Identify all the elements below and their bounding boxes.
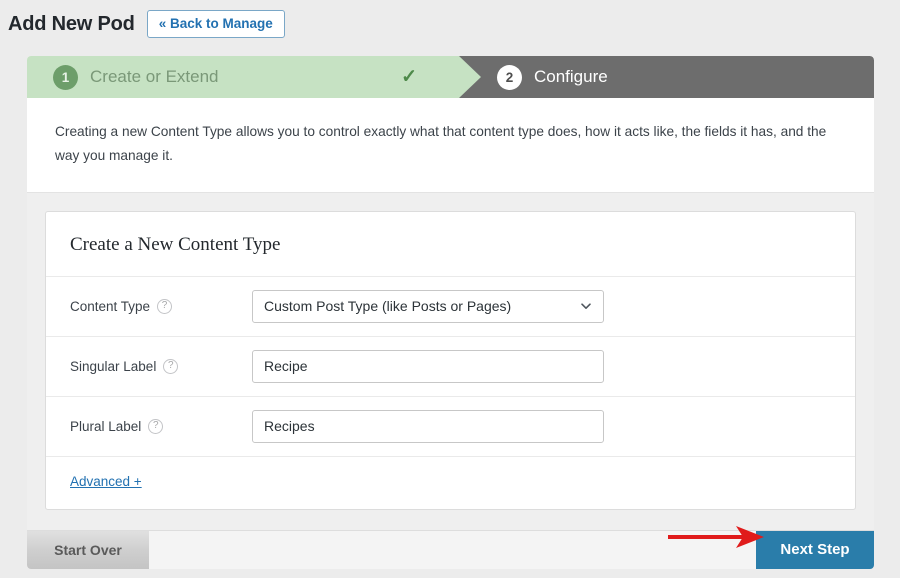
advanced-toggle-link[interactable]: Advanced + [70, 474, 142, 489]
form-row-singular-label: Singular Label ? [46, 335, 855, 396]
page-header: Add New Pod « Back to Manage [0, 0, 900, 39]
footer-spacer [149, 531, 756, 569]
next-step-button[interactable]: Next Step [756, 530, 874, 569]
singular-label-label-group: Singular Label ? [70, 358, 252, 374]
check-icon: ✓ [401, 66, 417, 88]
plural-label-input[interactable] [252, 409, 604, 443]
wizard-description: Creating a new Content Type allows you t… [27, 98, 874, 192]
chevron-down-icon [580, 300, 592, 312]
step-2-label: Configure [534, 67, 608, 86]
content-type-label-group: Content Type ? [70, 298, 252, 314]
wizard-footer: Start Over Next Step [27, 529, 874, 569]
singular-label-input[interactable] [252, 349, 604, 383]
back-to-manage-button[interactable]: « Back to Manage [146, 9, 285, 39]
step-2-number-badge: 2 [497, 64, 522, 90]
content-type-select-value: Custom Post Type (like Posts or Pages) [264, 298, 512, 315]
wizard-step-create-or-extend[interactable]: 1 Create or Extend ✓ [27, 56, 459, 98]
content-type-select[interactable]: Custom Post Type (like Posts or Pages) [252, 289, 604, 323]
wizard-step-bar: 1 Create or Extend ✓ 2 Configure [27, 56, 874, 98]
content-type-label: Content Type [70, 298, 151, 314]
help-icon[interactable]: ? [157, 298, 173, 314]
start-over-button[interactable]: Start Over [27, 530, 149, 569]
singular-label-label: Singular Label [70, 358, 157, 374]
help-icon[interactable]: ? [163, 358, 179, 374]
help-icon[interactable]: ? [148, 418, 164, 434]
form-row-content-type: Content Type ? Custom Post Type (like Po… [46, 275, 855, 336]
wizard-panel: 1 Create or Extend ✓ 2 Configure Creatin… [27, 56, 874, 569]
plural-label-label-group: Plural Label ? [70, 418, 252, 434]
wizard-body: Create a New Content Type Content Type ?… [27, 191, 874, 530]
content-type-form-card: Create a New Content Type Content Type ?… [45, 210, 856, 510]
form-row-plural-label: Plural Label ? [46, 395, 855, 456]
plural-label-label: Plural Label [70, 418, 142, 434]
page-title: Add New Pod [8, 12, 135, 35]
card-title: Create a New Content Type [70, 233, 281, 255]
wizard-step-configure[interactable]: 2 Configure [459, 56, 874, 98]
advanced-row: Advanced + [46, 455, 855, 509]
step-1-number-badge: 1 [53, 64, 78, 90]
step-1-label: Create or Extend [90, 67, 219, 86]
